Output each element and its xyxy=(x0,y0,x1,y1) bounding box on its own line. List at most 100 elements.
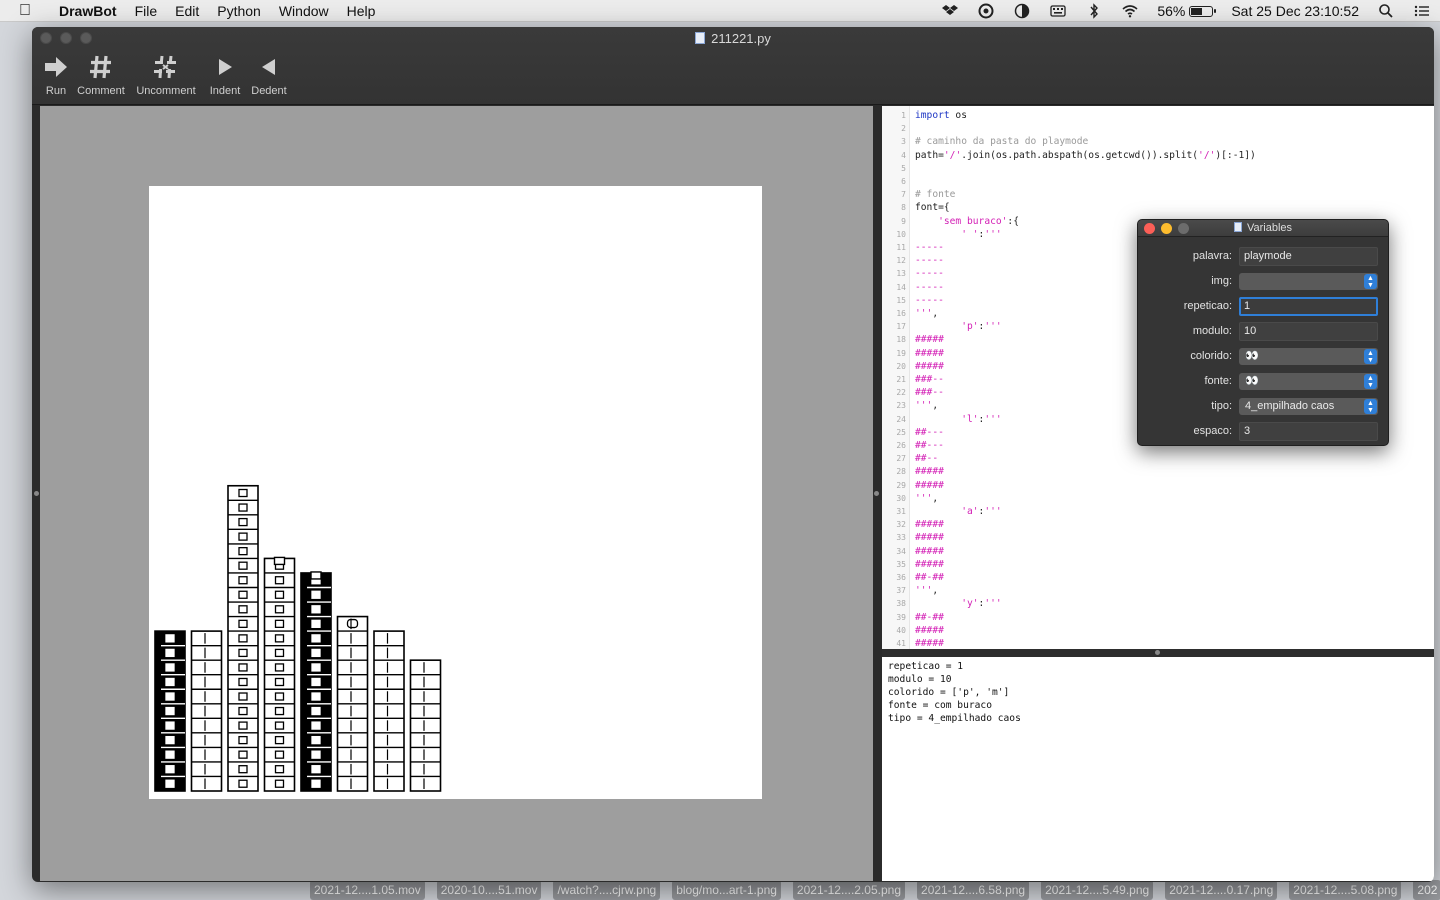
repeticao-field[interactable]: 1 xyxy=(1239,297,1378,316)
popup-arrows-icon: ▲ ▼ xyxy=(1364,349,1377,364)
variables-zoom-button[interactable] xyxy=(1178,223,1189,234)
menu-app-name[interactable]: DrawBot xyxy=(50,0,126,22)
var-row-palavra: palavra: playmode xyxy=(1138,246,1388,268)
horizontal-split-bar[interactable] xyxy=(882,649,1434,657)
uncomment-button[interactable]: Uncomment xyxy=(130,53,202,97)
line-number: 26 xyxy=(896,441,906,450)
dropbox-icon[interactable] xyxy=(932,3,968,19)
drawing-canvas-area[interactable] xyxy=(40,106,873,881)
line-number: 30 xyxy=(896,493,906,503)
code-text: ##-## xyxy=(915,611,944,624)
code-token: ''' xyxy=(984,506,1002,517)
desktop-file-label[interactable]: /watch?....cjrw.png xyxy=(553,880,661,900)
var-label-espaco: espaco: xyxy=(1193,425,1232,437)
var-label-modulo: modulo: xyxy=(1192,325,1232,337)
bluetooth-icon[interactable] xyxy=(1076,3,1112,19)
horizontal-split-handle[interactable] xyxy=(1155,650,1160,655)
code-text: 'l':''' xyxy=(915,413,1001,426)
colorido-popup-value: 👀 xyxy=(1245,350,1259,362)
battery-status[interactable]: 56% xyxy=(1148,0,1222,22)
desktop-file-label[interactable]: blog/mo...art-1.png xyxy=(672,880,781,900)
var-label-repeticao: repeticao: xyxy=(1183,300,1232,312)
menubar-clock[interactable]: Sat 25 Dec 23:10:52 xyxy=(1222,0,1368,22)
code-text: ''', xyxy=(915,492,938,505)
vertical-split-handle[interactable] xyxy=(874,491,879,496)
line-number: 18 xyxy=(896,335,906,345)
code-text: ##### xyxy=(915,333,944,346)
modulo-field[interactable]: 10 xyxy=(1239,322,1378,341)
palavra-field[interactable]: playmode xyxy=(1239,247,1378,266)
code-token: ##### xyxy=(915,558,944,570)
creative-cloud-icon[interactable] xyxy=(968,3,1004,19)
menu-python[interactable]: Python xyxy=(208,0,270,22)
code-token: ##### xyxy=(915,334,944,346)
run-label: Run xyxy=(45,85,67,97)
var-label-colorido: colorido: xyxy=(1190,350,1232,362)
variables-title: Variables xyxy=(1246,222,1293,234)
window-titlebar[interactable]: 211221.py Run Comment Uncomment Indent D… xyxy=(32,27,1434,105)
colorido-popup[interactable]: 👀 ▲ ▼ xyxy=(1239,348,1378,365)
artwork-cell-window xyxy=(165,765,175,774)
tipo-popup[interactable]: 4_empilhado caos ▲ ▼ xyxy=(1239,398,1378,415)
drawbot-window: 211221.py Run Comment Uncomment Indent D… xyxy=(32,27,1434,882)
menu-window[interactable]: Window xyxy=(270,0,338,22)
dark-mode-icon[interactable] xyxy=(1004,3,1040,19)
run-button[interactable]: Run xyxy=(40,53,72,97)
indent-button[interactable]: Indent xyxy=(202,53,248,97)
img-popup[interactable]: ▲ ▼ xyxy=(1239,273,1378,290)
dedent-label: Dedent xyxy=(251,85,287,97)
window-title-text: 211221.py xyxy=(711,31,771,46)
document-icon xyxy=(695,32,706,44)
wifi-icon[interactable] xyxy=(1112,3,1148,19)
fonte-popup-value: 👀 xyxy=(1245,375,1259,387)
code-text: ----- xyxy=(915,241,944,254)
line-number: 35 xyxy=(896,559,906,569)
menu-help[interactable]: Help xyxy=(338,0,385,22)
apple-menu-icon[interactable]:  xyxy=(0,2,50,20)
spotlight-search-icon[interactable] xyxy=(1368,3,1404,19)
line-number: 7 xyxy=(901,190,906,200)
line-number: 27 xyxy=(896,454,906,464)
var-row-fonte: fonte: 👀 ▲ ▼ xyxy=(1138,371,1388,393)
left-split-handle[interactable] xyxy=(34,491,39,496)
code-text: ##-## xyxy=(915,571,944,584)
notification-center-icon[interactable] xyxy=(1404,3,1440,19)
fonte-popup[interactable]: 👀 ▲ ▼ xyxy=(1239,373,1378,390)
menu-file[interactable]: File xyxy=(126,0,167,22)
artwork-cell-window xyxy=(311,779,321,788)
variables-minimize-button[interactable] xyxy=(1161,223,1172,234)
code-token: ##### xyxy=(915,360,944,372)
artwork-cell-window xyxy=(311,735,321,745)
artwork-cell-window xyxy=(165,706,175,716)
output-console[interactable]: repeticao = 1 modulo = 10 colorido = ['p… xyxy=(882,657,1434,881)
popup-arrows-icon: ▲ ▼ xyxy=(1364,274,1377,289)
espaco-field[interactable]: 3 xyxy=(1239,422,1378,441)
code-token: '/' xyxy=(1198,149,1216,161)
triangle-left-icon xyxy=(260,53,278,81)
desktop-file-label[interactable]: 2021-12....6.58.png xyxy=(917,880,1030,900)
desktop-file-label[interactable]: 2020-10....51.mov xyxy=(436,880,542,900)
code-token: ----- xyxy=(915,281,944,293)
dedent-button[interactable]: Dedent xyxy=(248,53,290,97)
menu-edit[interactable]: Edit xyxy=(166,0,208,22)
desktop-file-label[interactable]: 2021-12....5.08.png xyxy=(1289,880,1402,900)
code-token: :{ xyxy=(1007,215,1019,227)
variables-close-button[interactable] xyxy=(1144,223,1155,234)
comment-button[interactable]: Comment xyxy=(72,53,130,97)
desktop-file-label[interactable]: 2021-12....2.05.png xyxy=(792,880,906,900)
desktop-file-label[interactable]: 202 xyxy=(1413,880,1440,900)
variables-titlebar[interactable]: Variables xyxy=(1138,220,1388,237)
code-text: ' ':''' xyxy=(915,228,1001,241)
desktop-file-label[interactable]: 2021-12....5.49.png xyxy=(1041,880,1154,900)
artwork-cell-window xyxy=(165,779,175,788)
code-text: path='/'.join(os.path.abspath(os.getcwd(… xyxy=(915,149,1256,162)
keyboard-viewer-icon[interactable] xyxy=(1040,3,1076,19)
code-token: ----- xyxy=(915,294,944,306)
code-text: ----- xyxy=(915,267,944,280)
desktop-file-label[interactable]: 2021-12....1.05.mov xyxy=(310,880,425,900)
desktop-file-label[interactable]: 2021-12....0.17.png xyxy=(1165,880,1278,900)
code-token: ##### xyxy=(915,347,944,359)
artwork-column xyxy=(409,659,442,792)
